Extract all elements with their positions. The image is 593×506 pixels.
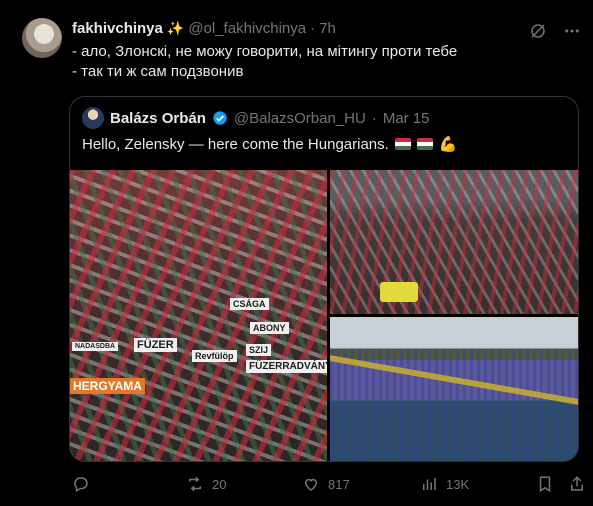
- banner-sign: CSÁGA: [230, 298, 269, 310]
- tweet-text: - ало, Злонскі, не можу говорити, на міт…: [72, 42, 542, 82]
- author-handle[interactable]: @ol_fakhivchinya: [188, 20, 306, 37]
- repost-count: 20: [212, 476, 227, 492]
- bookmark-button[interactable]: [536, 472, 554, 496]
- share-button[interactable]: [568, 472, 586, 496]
- hungary-flag-icon: [416, 138, 433, 150]
- bridge-shape: [330, 355, 578, 405]
- tweet-header: fakhivchinya ✨ @ol_fakhivchinya · 7h: [72, 18, 336, 38]
- banner-sign: HERGYAMA: [70, 378, 145, 394]
- bridge-crowd-photo[interactable]: [330, 317, 578, 461]
- quote-media-grid: SZIJ Revfülöp FÜZER FÜZERRADVÁNY HERGYAM…: [70, 170, 578, 461]
- banner-sign: Revfülöp: [192, 350, 237, 362]
- reply-button[interactable]: [72, 472, 98, 496]
- author-avatar[interactable]: [22, 18, 62, 58]
- tweet[interactable]: fakhivchinya ✨ @ol_fakhivchinya · 7h - а…: [0, 0, 593, 506]
- banner-sign: FÜZERRADVÁNY: [246, 360, 327, 373]
- verified-badge-icon: [213, 111, 227, 125]
- tweet-line-1: - ало, Злонскі, не можу говорити, на міт…: [72, 43, 458, 60]
- repost-icon: [189, 476, 201, 492]
- tweet-line-2: - так ти ж сам подзвонив: [72, 63, 244, 80]
- bus-shape: [380, 282, 418, 302]
- tweet-action-bar: 20 817 13K: [72, 472, 590, 496]
- tweet-top-actions: [527, 20, 583, 42]
- heart-icon: [304, 478, 318, 491]
- bookmark-icon: [539, 476, 551, 493]
- sparkles-icon: ✨: [166, 19, 185, 36]
- views-count: 13K: [446, 476, 470, 492]
- flexed-biceps-icon: 💪: [438, 136, 458, 153]
- quote-separator: ·: [371, 109, 377, 127]
- quote-author-handle[interactable]: @BalazsOrban_HU: [234, 110, 366, 127]
- banner-sign: SZIJ: [246, 344, 272, 356]
- share-icon: [571, 476, 583, 491]
- banner-sign: FÜZER: [134, 338, 177, 352]
- views-button[interactable]: 13K: [420, 472, 469, 496]
- quoted-tweet[interactable]: Balázs Orbán @BalazsOrban_HU · Mar 15 He…: [69, 96, 579, 462]
- quote-author-name[interactable]: Balázs Orbán: [110, 110, 206, 127]
- rally-crowd-photo[interactable]: SZIJ Revfülöp FÜZER FÜZERRADVÁNY HERGYAM…: [70, 170, 327, 461]
- tweet-time[interactable]: 7h: [319, 20, 336, 37]
- reply-icon: [74, 477, 88, 493]
- quote-date[interactable]: Mar 15: [383, 110, 430, 127]
- like-button[interactable]: 817: [302, 472, 350, 496]
- march-street-photo[interactable]: [330, 170, 578, 314]
- banner-sign: NADASDBA: [72, 342, 119, 351]
- more-options-icon[interactable]: [561, 20, 583, 42]
- hungary-flag-icon: [394, 138, 411, 150]
- author-name[interactable]: fakhivchinya: [72, 20, 163, 37]
- quote-text: Hello, Zelensky — here come the Hungaria…: [82, 135, 458, 154]
- grok-icon[interactable]: [527, 20, 549, 42]
- header-separator: ·: [310, 19, 316, 37]
- quote-header: Balázs Orbán @BalazsOrban_HU · Mar 15: [82, 107, 430, 129]
- quote-text-body: Hello, Zelensky — here come the Hungaria…: [82, 135, 389, 153]
- views-bar-chart-icon: [423, 478, 436, 490]
- banner-sign: ABONY: [250, 322, 289, 334]
- like-count: 817: [328, 476, 350, 492]
- repost-button[interactable]: 20: [186, 472, 226, 496]
- quote-author-avatar[interactable]: [82, 107, 104, 129]
